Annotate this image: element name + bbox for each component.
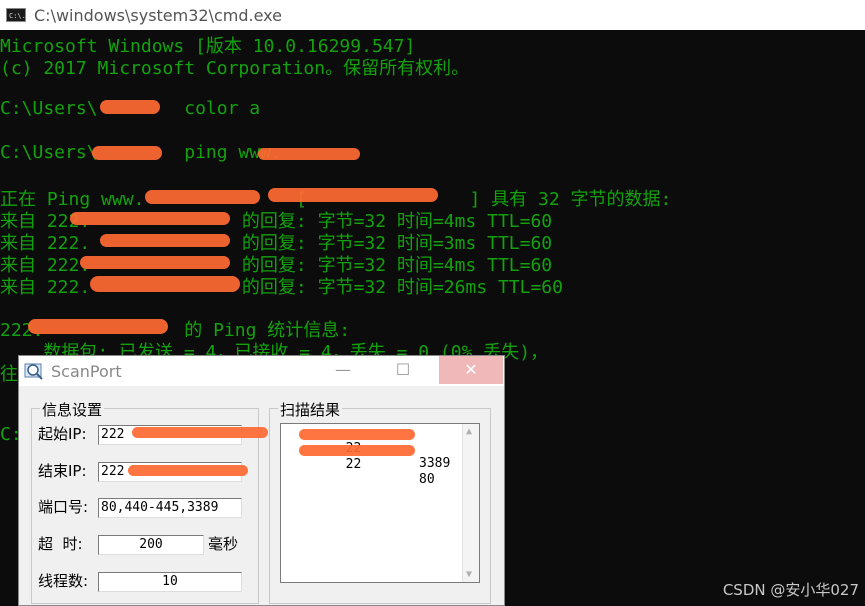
port-label: 端口号:: [38, 498, 89, 516]
cmd-title: C:\windows\system32\cmd.exe: [34, 5, 282, 25]
redaction-mark: [100, 234, 230, 247]
result-port: 3389: [419, 456, 451, 471]
info-settings-group: 信息设置 起始IP: 222 结束IP: 222 端口号: 80,440-445…: [31, 399, 268, 604]
scan-results-title: 扫描结果: [278, 399, 343, 420]
start-ip-label: 起始IP:: [38, 425, 87, 443]
chevron-up-icon[interactable]: ▲: [466, 426, 472, 437]
end-ip-label: 结束IP:: [38, 462, 87, 480]
timeout-unit: 毫秒: [208, 535, 239, 553]
redaction-mark: [90, 276, 240, 292]
magnifier-icon: [24, 363, 43, 380]
redaction-mark: [100, 100, 160, 114]
threads-label: 线程数:: [38, 572, 89, 590]
redaction-mark: [299, 445, 415, 456]
scanport-title: ScanPort: [51, 361, 122, 381]
redaction-mark: [128, 465, 248, 476]
result-ip: 22: [345, 457, 362, 472]
watermark: CSDN @安小华027: [722, 581, 859, 599]
result-port: 80: [419, 472, 435, 487]
cmd-icon: C:\.: [6, 8, 26, 22]
chevron-down-icon[interactable]: ▼: [466, 569, 472, 580]
close-button[interactable]: ✕: [439, 356, 503, 384]
minimize-button[interactable]: —: [319, 356, 367, 384]
cmd-titlebar[interactable]: C:\. C:\windows\system32\cmd.exe: [0, 0, 865, 30]
threads-input[interactable]: 10: [98, 572, 242, 592]
redaction-mark: [145, 190, 260, 204]
console-line: 往: [0, 364, 18, 385]
console-line: (c) 2017 Microsoft Corporation。保留所有权利。: [0, 58, 470, 79]
redaction-mark: [92, 146, 162, 160]
info-settings-title: 信息设置: [40, 399, 105, 420]
redaction-mark: [70, 212, 230, 225]
redaction-mark: [80, 256, 230, 269]
redaction-mark: [299, 429, 415, 440]
redaction-mark: [132, 427, 268, 438]
console-line: 来自 222. 的回复: 字节=32 时间=26ms TTL=60: [0, 277, 563, 298]
scanport-window[interactable]: ScanPort — ☐ ✕ 信息设置 起始IP: 222 结束IP: 222 …: [18, 355, 505, 606]
timeout-label: 超 时:: [38, 535, 83, 553]
redaction-mark: [258, 148, 360, 160]
redaction-mark: [28, 319, 168, 334]
port-input[interactable]: 80,440-445,3389: [98, 498, 242, 518]
redaction-mark: [268, 188, 438, 202]
scanport-titlebar[interactable]: ScanPort — ☐ ✕: [19, 356, 504, 386]
results-list[interactable]: 22 3389 22 80 ▲ ▼: [280, 423, 480, 583]
scan-results-group: 扫描结果 22 3389 22 80 ▲ ▼: [269, 399, 491, 604]
maximize-button[interactable]: ☐: [379, 356, 427, 384]
results-scrollbar[interactable]: ▲ ▼: [462, 424, 479, 582]
timeout-input[interactable]: 200: [98, 535, 204, 555]
